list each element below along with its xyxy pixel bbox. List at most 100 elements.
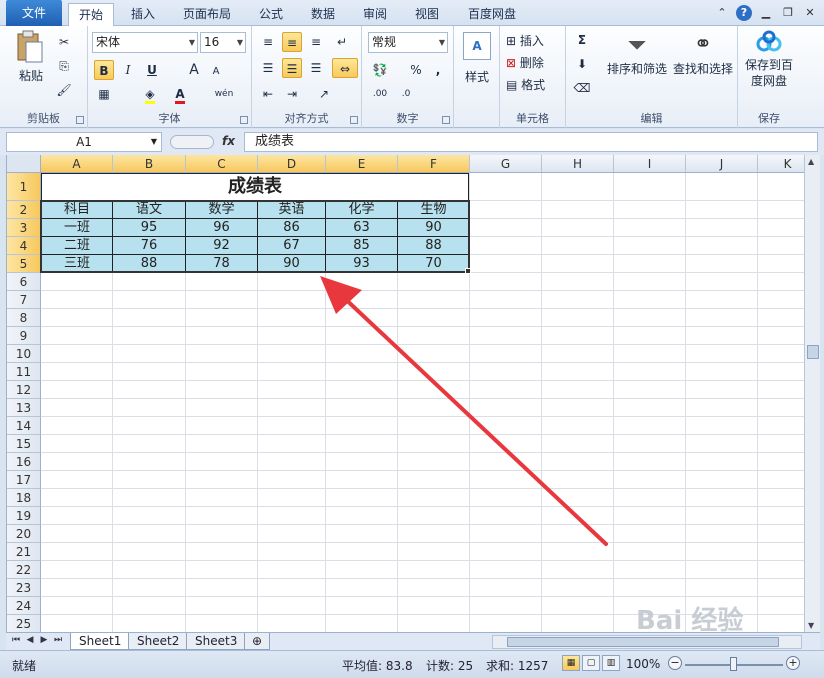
copy-icon[interactable]: ⎘: [54, 56, 74, 76]
formula-input[interactable]: 成绩表: [244, 132, 818, 152]
sheet-tab-2[interactable]: Sheet2: [128, 633, 189, 650]
decrease-indent-icon[interactable]: ⇤: [258, 84, 278, 104]
clear-icon[interactable]: ⌫: [572, 78, 592, 98]
first-sheet-icon[interactable]: ⏮: [10, 635, 22, 645]
normal-view-icon[interactable]: ▦: [562, 655, 580, 671]
row-header-15[interactable]: 15: [7, 435, 41, 453]
comma-button[interactable]: ,: [428, 60, 448, 80]
table-cell[interactable]: 92: [186, 237, 258, 255]
table-cell[interactable]: 86: [258, 219, 326, 237]
tab-data[interactable]: 数据: [300, 3, 346, 26]
fill-handle[interactable]: [465, 268, 471, 274]
scroll-down-icon[interactable]: ▼: [808, 621, 814, 630]
row-header-8[interactable]: 8: [7, 309, 41, 327]
font-name-select[interactable]: 宋体 ▼: [92, 32, 198, 53]
tab-baidu-netdisk[interactable]: 百度网盘: [456, 3, 528, 26]
column-header-a[interactable]: A: [41, 155, 113, 173]
table-cell[interactable]: 95: [113, 219, 186, 237]
number-launcher-icon[interactable]: [442, 116, 450, 124]
italic-button[interactable]: I: [118, 60, 138, 80]
table-cell[interactable]: 88: [113, 255, 186, 273]
column-header-c[interactable]: C: [186, 155, 258, 173]
column-header-k[interactable]: K: [758, 155, 804, 173]
find-select-button[interactable]: ⚭ 查找和选择: [670, 30, 736, 77]
font-launcher-icon[interactable]: [240, 116, 248, 124]
merge-center-icon[interactable]: ⇔: [332, 58, 358, 78]
formula-divider-handle[interactable]: [170, 135, 214, 149]
vertical-scroll-thumb[interactable]: [807, 345, 819, 359]
column-header-e[interactable]: E: [326, 155, 398, 173]
table-cell[interactable]: 76: [113, 237, 186, 255]
align-top-icon[interactable]: ≡: [258, 32, 278, 52]
row-header-6[interactable]: 6: [7, 273, 41, 291]
wrap-text-icon[interactable]: ↵: [332, 32, 352, 52]
table-cell[interactable]: 90: [258, 255, 326, 273]
page-layout-view-icon[interactable]: ▢: [582, 655, 600, 671]
percent-button[interactable]: %: [406, 60, 426, 80]
name-box[interactable]: A1 ▼: [6, 132, 162, 152]
sort-filter-button[interactable]: ⏷ 排序和筛选: [604, 30, 670, 77]
row-header-4[interactable]: 4: [7, 237, 41, 255]
collapse-ribbon-icon[interactable]: ⌃: [714, 5, 730, 21]
table-title-cell[interactable]: 成绩表: [41, 173, 469, 201]
last-sheet-icon[interactable]: ⏭: [52, 635, 64, 645]
align-right-icon[interactable]: ☰: [306, 58, 326, 78]
alignment-launcher-icon[interactable]: [350, 116, 358, 124]
row-header-19[interactable]: 19: [7, 507, 41, 525]
row-header-3[interactable]: 3: [7, 219, 41, 237]
table-cell[interactable]: 96: [186, 219, 258, 237]
decrease-decimal-icon[interactable]: .0: [396, 84, 416, 104]
format-painter-icon[interactable]: 🖌: [54, 80, 74, 100]
row-header-23[interactable]: 23: [7, 579, 41, 597]
table-cell[interactable]: 70: [398, 255, 470, 273]
row-header-20[interactable]: 20: [7, 525, 41, 543]
row-header-13[interactable]: 13: [7, 399, 41, 417]
tab-home[interactable]: 开始: [68, 3, 114, 26]
vertical-scrollbar[interactable]: ▲ ▼: [804, 155, 820, 632]
column-header-j[interactable]: J: [686, 155, 758, 173]
column-header-g[interactable]: G: [470, 155, 542, 173]
row-header-17[interactable]: 17: [7, 471, 41, 489]
increase-decimal-icon[interactable]: .00: [370, 84, 390, 104]
delete-cells-button[interactable]: ⊠ 删除: [506, 54, 544, 71]
tab-view[interactable]: 视图: [404, 3, 450, 26]
column-header-i[interactable]: I: [614, 155, 686, 173]
increase-indent-icon[interactable]: ⇥: [282, 84, 302, 104]
table-cell[interactable]: 三班: [41, 255, 113, 273]
row-header-25[interactable]: 25: [7, 615, 41, 632]
zoom-slider-thumb[interactable]: [730, 657, 737, 671]
row-header-24[interactable]: 24: [7, 597, 41, 615]
row-header-7[interactable]: 7: [7, 291, 41, 309]
autosum-button[interactable]: Σ: [572, 30, 592, 50]
table-header-cell[interactable]: 生物: [398, 201, 470, 219]
table-cell[interactable]: 一班: [41, 219, 113, 237]
tab-review[interactable]: 审阅: [352, 3, 398, 26]
row-header-11[interactable]: 11: [7, 363, 41, 381]
minimize-icon[interactable]: ▁: [758, 5, 774, 21]
close-icon[interactable]: ✕: [802, 5, 818, 21]
save-to-baidu-button[interactable]: 保存到百 度网盘: [740, 30, 798, 89]
table-cell[interactable]: 67: [258, 237, 326, 255]
horizontal-scroll-thumb[interactable]: [507, 637, 779, 647]
select-all-corner[interactable]: [7, 155, 41, 173]
clipboard-launcher-icon[interactable]: [76, 116, 84, 124]
paste-button[interactable]: 粘贴: [14, 30, 48, 90]
table-cell[interactable]: 88: [398, 237, 470, 255]
format-cells-button[interactable]: ▤ 格式: [506, 76, 545, 93]
phonetic-guide-icon[interactable]: wén: [214, 84, 234, 104]
next-sheet-icon[interactable]: ▶: [38, 635, 50, 645]
table-header-cell[interactable]: 化学: [326, 201, 398, 219]
align-left-icon[interactable]: ☰: [258, 58, 278, 78]
row-header-14[interactable]: 14: [7, 417, 41, 435]
page-break-view-icon[interactable]: ▥: [602, 655, 620, 671]
table-cell[interactable]: 63: [326, 219, 398, 237]
number-format-select[interactable]: 常规 ▼: [368, 32, 448, 53]
horizontal-scrollbar[interactable]: [492, 635, 802, 649]
zoom-level[interactable]: 100%: [626, 657, 660, 671]
align-center-icon[interactable]: ☰: [282, 58, 302, 78]
row-header-21[interactable]: 21: [7, 543, 41, 561]
tab-page-layout[interactable]: 页面布局: [172, 3, 242, 26]
insert-cells-button[interactable]: ⊞ 插入: [506, 32, 544, 49]
styles-button[interactable]: A 样式: [460, 32, 494, 102]
table-cell[interactable]: 78: [186, 255, 258, 273]
